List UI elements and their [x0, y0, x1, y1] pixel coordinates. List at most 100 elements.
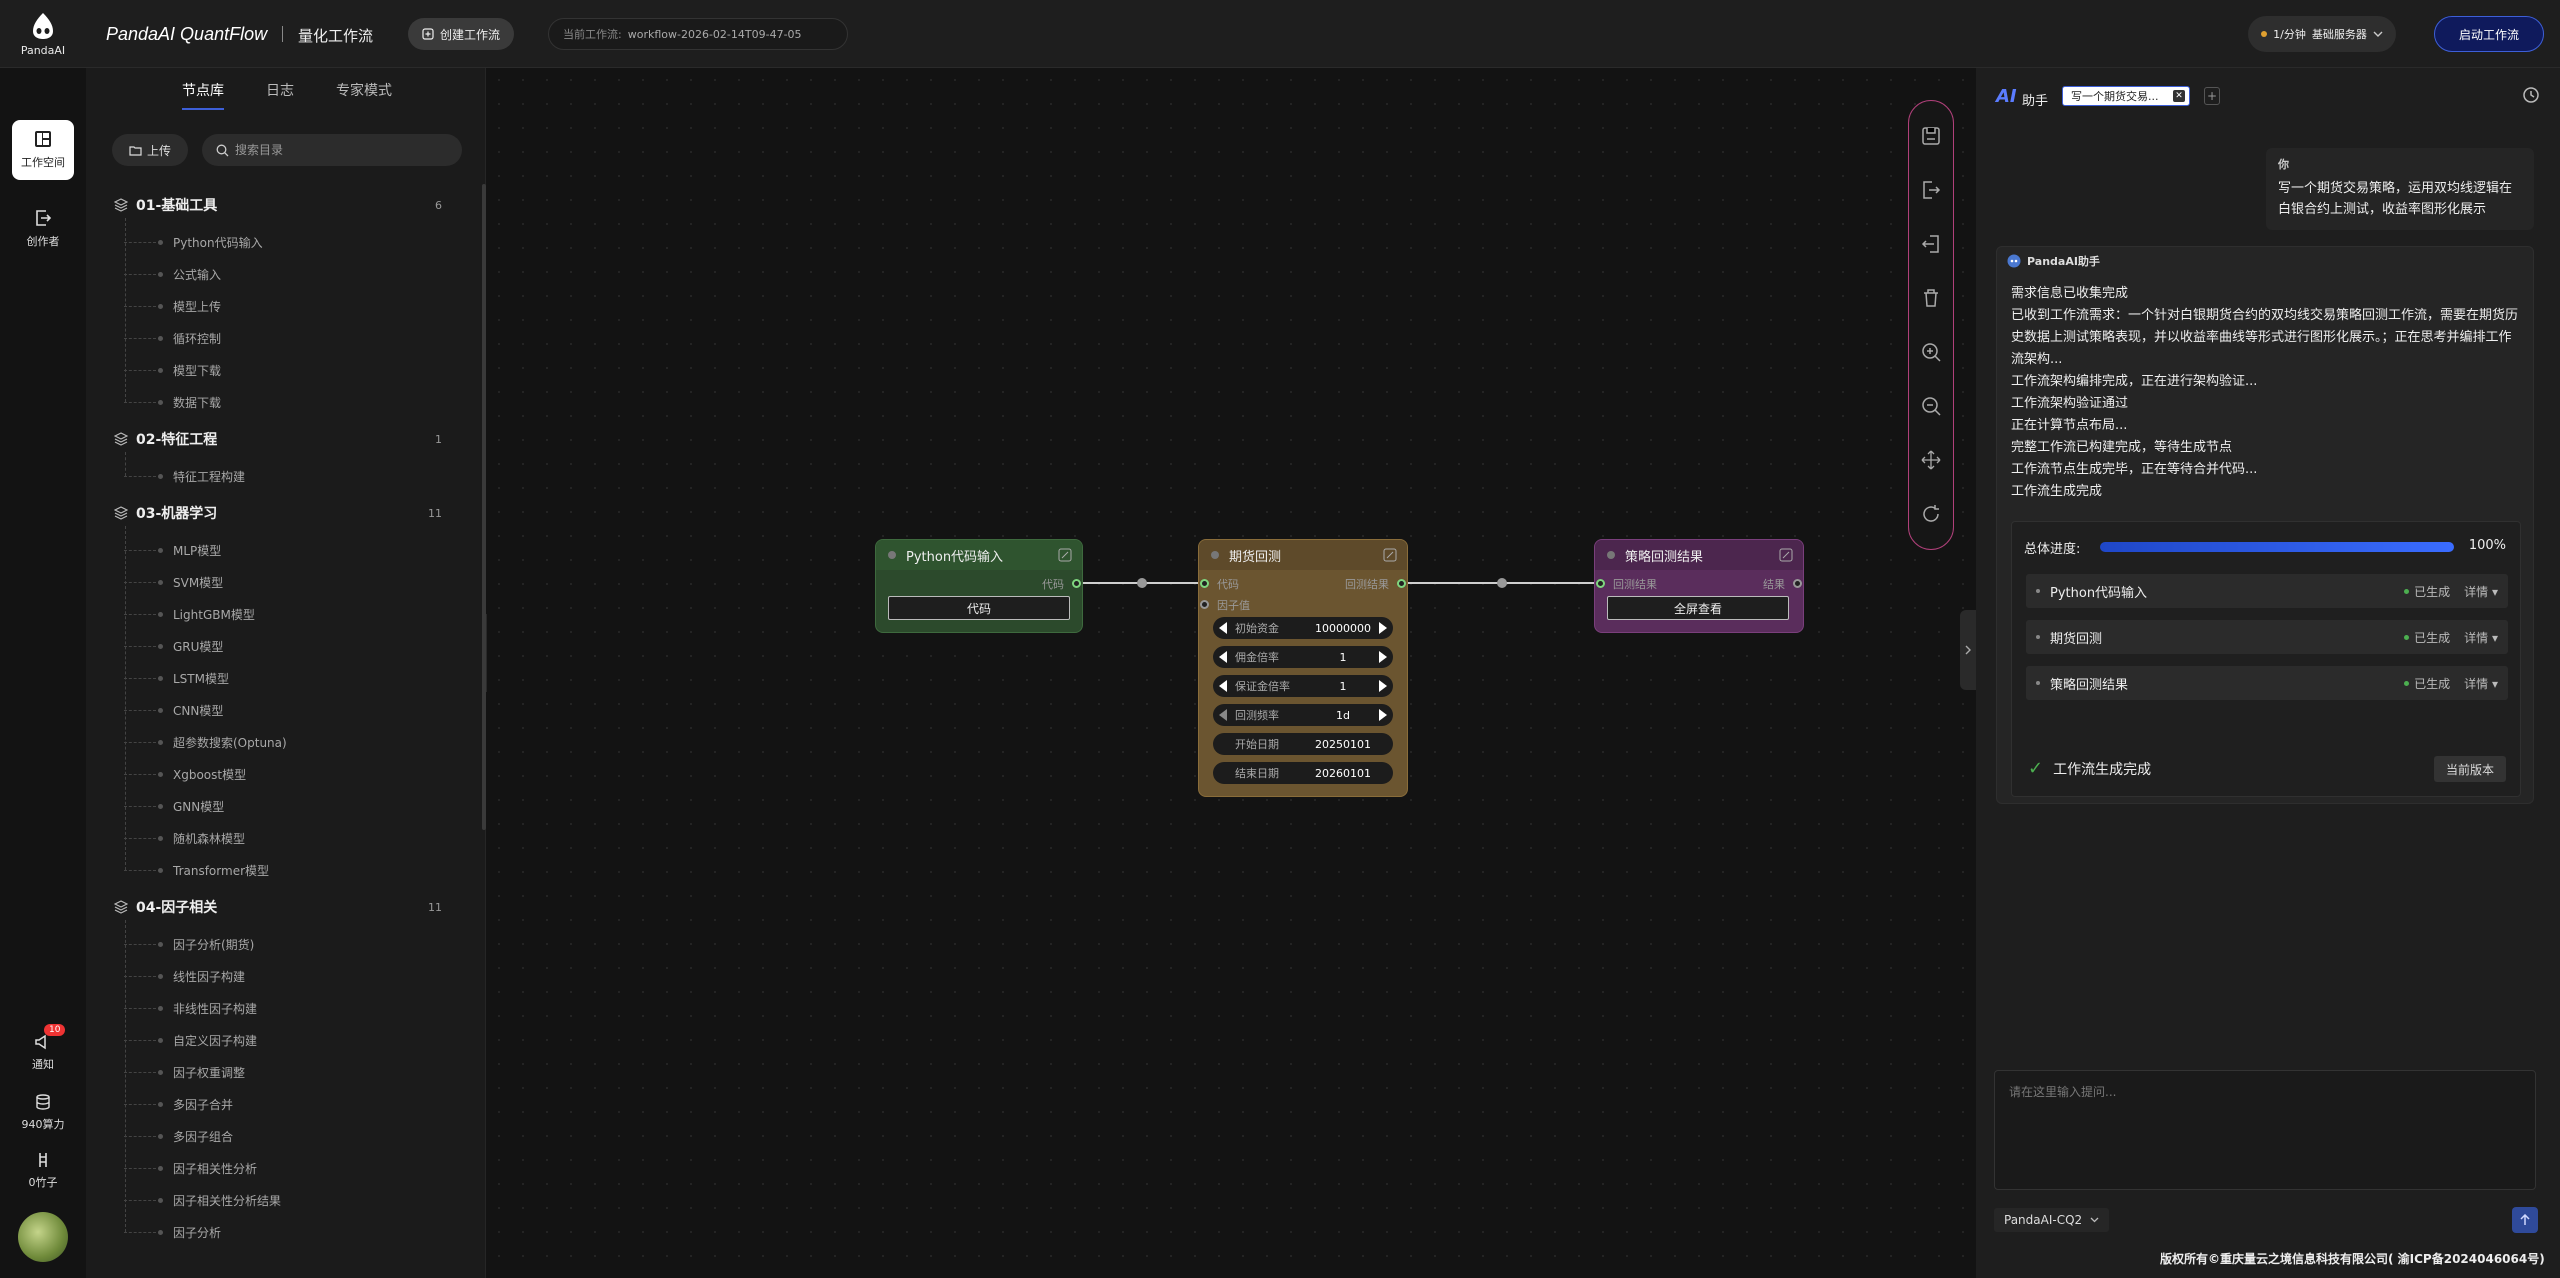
progress-card: 总体进度: 100% Python代码输入 已生成 详情 ▾ 期货回测 已生成 详情 ▾ 策…	[2011, 521, 2521, 797]
step-status-text: 已生成	[2414, 630, 2451, 645]
port-label: 回测结果	[1345, 578, 1389, 591]
zoom-out-icon[interactable]	[1920, 395, 1942, 417]
param-name: 回测频率	[1235, 709, 1279, 722]
assistant-header: PandaAI助手	[2007, 253, 2100, 269]
zoom-in-icon[interactable]	[1920, 341, 1942, 363]
step-status: 已生成	[2404, 629, 2450, 646]
param-name: 保证金倍率	[1235, 680, 1290, 693]
step-name: 策略回测结果	[2050, 677, 2129, 693]
trash-icon[interactable]	[1920, 287, 1942, 309]
step-detail-toggle[interactable]: 详情 ▾	[2464, 629, 2498, 646]
node-header[interactable]: 期货回测	[1199, 540, 1407, 570]
input-port-code[interactable]	[1200, 579, 1209, 588]
param-value: 20250101	[1315, 737, 1371, 751]
export-icon[interactable]	[1920, 179, 1942, 201]
arrow-right-icon[interactable]	[1379, 622, 1387, 634]
arrow-left-icon[interactable]	[1219, 651, 1227, 663]
history-icon[interactable]	[2522, 86, 2540, 104]
chat-input-box[interactable]	[1994, 1070, 2536, 1190]
done-text: 工作流生成完成	[2053, 761, 2152, 778]
input-port-factor[interactable]	[1200, 600, 1209, 609]
arrow-left-icon[interactable]	[1219, 709, 1227, 721]
param-value: 1	[1339, 650, 1347, 664]
param-field[interactable]: 开始日期 20250101	[1213, 733, 1393, 755]
bullet-icon	[2036, 681, 2040, 685]
port-label: 回测结果	[1613, 578, 1657, 591]
node-python-input[interactable]: Python代码输入 代码 代码	[875, 539, 1083, 633]
param-field[interactable]: 结束日期 20260101	[1213, 762, 1393, 784]
node-header[interactable]: 策略回测结果	[1595, 540, 1803, 570]
port-label: 因子值	[1217, 599, 1250, 612]
new-chat-button[interactable]: +	[2204, 87, 2220, 105]
arrow-right-icon[interactable]	[1379, 709, 1387, 721]
bullet-icon	[2036, 589, 2040, 593]
edit-icon[interactable]	[1779, 548, 1793, 562]
status-dot-icon	[2404, 634, 2410, 640]
refresh-icon[interactable]	[1920, 503, 1942, 525]
edit-icon[interactable]	[1058, 548, 1072, 562]
step-detail-toggle[interactable]: 详情 ▾	[2464, 583, 2498, 600]
input-port[interactable]	[1596, 579, 1605, 588]
model-selector[interactable]: PandaAI-CQ2	[1994, 1208, 2110, 1232]
param-name: 开始日期	[1235, 738, 1279, 751]
import-icon[interactable]	[1920, 233, 1942, 255]
step-name: Python代码输入	[2050, 585, 2148, 601]
arrow-left-icon[interactable]	[1219, 680, 1227, 692]
collapse-assistant-button[interactable]	[1960, 610, 1976, 690]
fit-view-icon[interactable]	[1920, 449, 1942, 471]
close-icon[interactable]: ✕	[2173, 90, 2185, 102]
node-header[interactable]: Python代码输入	[876, 540, 1082, 570]
arrow-up-icon	[2520, 1214, 2530, 1225]
node-strategy-result[interactable]: 策略回测结果 回测结果 结果 全屏查看	[1594, 539, 1804, 633]
param-value: 1	[1339, 679, 1347, 693]
progress-step[interactable]: Python代码输入 已生成 详情 ▾	[2026, 574, 2508, 608]
arrow-right-icon[interactable]	[1379, 680, 1387, 692]
current-version-button[interactable]: 当前版本	[2433, 756, 2506, 782]
send-button[interactable]	[2512, 1207, 2538, 1233]
assistant-message: PandaAI助手 需求信息已收集完成已收到工作流需求：一个针对白银期货合约的双…	[1996, 246, 2534, 804]
progress-label: 总体进度:	[2024, 542, 2081, 557]
progress-step[interactable]: 期货回测 已生成 详情 ▾	[2026, 620, 2508, 654]
node-futures-backtest[interactable]: 期货回测 代码 因子值 回测结果 初始资金 10000000 佣金倍率 1 保证金倍率 1…	[1198, 539, 1408, 797]
assistant-log: 需求信息已收集完成已收到工作流需求：一个针对白银期货合约的双均线交易策略回测工作…	[2011, 283, 2521, 503]
port-label: 代码	[1042, 578, 1064, 591]
ai-logo-icon: AI	[1996, 86, 2017, 107]
output-port[interactable]	[1072, 579, 1081, 588]
chat-tab[interactable]: 写一个期货交易... ✕	[2062, 86, 2190, 106]
output-port[interactable]	[1397, 579, 1406, 588]
code-button[interactable]: 代码	[888, 596, 1070, 620]
assistant-log-line: 完整工作流已构建完成，等待生成节点	[2011, 440, 2233, 455]
arrow-right-icon[interactable]	[1379, 651, 1387, 663]
step-detail-toggle[interactable]: 详情 ▾	[2464, 675, 2498, 692]
assistant-title: 助手	[2022, 94, 2049, 109]
done-status: ✓ 工作流生成完成	[2028, 758, 2151, 779]
param-field[interactable]: 回测频率 1d	[1213, 704, 1393, 726]
progress-value: 100%	[2468, 538, 2506, 553]
model-name: PandaAI-CQ2	[2004, 1213, 2083, 1227]
arrow-left-icon[interactable]	[1219, 622, 1227, 634]
port-label: 代码	[1217, 578, 1239, 591]
progress-step[interactable]: 策略回测结果 已生成 详情 ▾	[2026, 666, 2508, 700]
bullet-icon	[2036, 635, 2040, 639]
param-field[interactable]: 初始资金 10000000	[1213, 617, 1393, 639]
assistant-log-line: 已收到工作流需求：一个针对白银期货合约的双均线交易策略回测工作流，需要在期货历史…	[2011, 308, 2519, 367]
canvas-toolbar	[1908, 100, 1954, 550]
step-status: 已生成	[2404, 675, 2450, 692]
progress-bar	[2100, 542, 2454, 552]
assistant-log-line: 工作流节点生成完毕，正在等待合并代码...	[2011, 462, 2258, 477]
node-status-icon	[1607, 551, 1615, 559]
fullscreen-view-button[interactable]: 全屏查看	[1607, 596, 1789, 620]
param-field[interactable]: 佣金倍率 1	[1213, 646, 1393, 668]
chat-tab-label: 写一个期货交易...	[2071, 90, 2159, 103]
save-icon[interactable]	[1920, 125, 1942, 147]
param-field[interactable]: 保证金倍率 1	[1213, 675, 1393, 697]
output-port[interactable]	[1793, 579, 1802, 588]
edit-icon[interactable]	[1383, 548, 1397, 562]
panda-avatar-icon	[2007, 254, 2021, 268]
copyright-footer: 版权所有©重庆量云之境信息科技有限公司( 渝ICP备2024046064号)	[2160, 1252, 2545, 1266]
assistant-log-line: 需求信息已收集完成	[2011, 286, 2129, 301]
param-value: 10000000	[1315, 621, 1371, 635]
param-name: 初始资金	[1235, 622, 1279, 635]
chat-input[interactable]	[2009, 1083, 2521, 1177]
node-status-icon	[888, 551, 896, 559]
